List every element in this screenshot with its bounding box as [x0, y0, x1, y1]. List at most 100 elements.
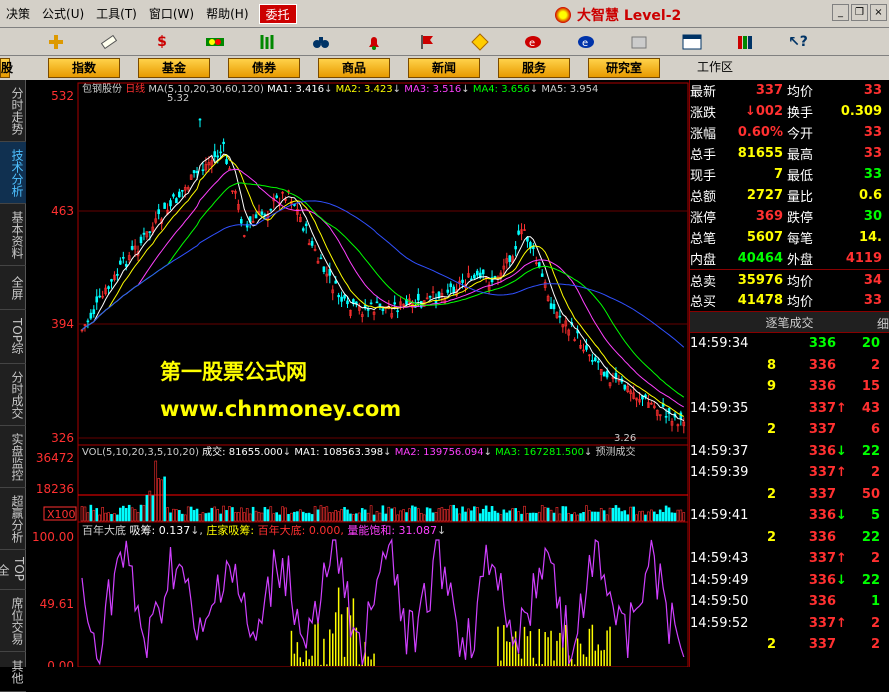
candle: [337, 294, 340, 298]
sidebar-item-trades[interactable]: 分时成交: [0, 364, 26, 426]
trade-volume: 2: [870, 465, 880, 481]
quote-value: 30: [863, 209, 882, 224]
volume-bar: [127, 504, 131, 522]
workspace-label[interactable]: 工作区: [697, 58, 733, 75]
candle: [301, 228, 305, 231]
volume-bar: [242, 512, 246, 522]
tick-trade-row: 14:59:39 337 ↑ 2: [690, 462, 889, 484]
restore-icon[interactable]: ❐: [851, 4, 868, 21]
stock-name: 包钢股份: [82, 82, 122, 95]
quote-row: 总笔 5607 每笔 14.: [690, 227, 889, 248]
sidebar-item-timeshare[interactable]: 分时走势: [0, 80, 26, 142]
volume-bar: [526, 513, 529, 522]
books-icon[interactable]: [734, 31, 756, 53]
volume-bar: [334, 510, 338, 522]
nav-button-commodity[interactable]: 商品: [318, 58, 390, 78]
nav-button-stock[interactable]: 股: [0, 58, 13, 78]
quote-label: 最高: [787, 148, 814, 163]
nav-button-index[interactable]: 指数: [48, 58, 120, 78]
trade-price: 336: [808, 594, 836, 610]
candle: [122, 256, 125, 259]
candles-icon[interactable]: [257, 31, 279, 53]
window-icon[interactable]: [681, 31, 703, 53]
volume-bar: [319, 505, 323, 522]
sidebar-item-monitor[interactable]: 实盘监控: [0, 426, 26, 488]
volume-bar: [340, 509, 343, 522]
volume-bar: [263, 507, 267, 522]
volume-bar: [402, 509, 405, 522]
binoculars-icon[interactable]: [310, 31, 332, 53]
help-icon[interactable]: ↖?: [787, 31, 809, 53]
sidebar-item-analysis[interactable]: 超赢分析: [0, 488, 26, 550]
toolbar: $ e e ↖?: [0, 28, 889, 56]
volume-bar: [139, 504, 143, 522]
flag-icon[interactable]: [416, 31, 438, 53]
quote-label: 涨跌: [690, 106, 717, 121]
sidebar-item-fundamentals[interactable]: 基本资料: [0, 204, 26, 266]
measure-icon[interactable]: [98, 31, 120, 53]
menu-item-window[interactable]: 窗口(W): [143, 4, 200, 24]
volume-bar: [437, 508, 441, 522]
tick-trades-title: 逐笔成交: [765, 315, 814, 330]
volume-bar: [201, 512, 205, 522]
trade-price: 337: [808, 637, 836, 653]
menu-item-help[interactable]: 帮助(H): [200, 4, 254, 24]
trade-volume: 2: [870, 637, 880, 653]
candle: [98, 295, 101, 298]
volume-bar: [307, 512, 311, 522]
sidebar-item-top-composite[interactable]: TOP综: [0, 310, 26, 364]
globe-icon[interactable]: e: [575, 31, 597, 53]
candle: [139, 236, 143, 244]
plus-icon[interactable]: [45, 31, 67, 53]
volume-bar: [213, 506, 217, 522]
sidebar-item-other[interactable]: 其他: [0, 652, 26, 692]
close-icon[interactable]: ×: [870, 4, 887, 21]
chart-area[interactable]: 532 463 394 326 包钢股份 日线 MA(5,10,20,30,60…: [26, 80, 689, 667]
volume-bar: [287, 514, 290, 522]
volume-bar: [644, 514, 647, 522]
candle: [163, 202, 166, 209]
volume-bar: [343, 507, 346, 522]
diamond-icon[interactable]: [469, 31, 491, 53]
volume-bar: [593, 511, 597, 522]
volume-bar: [390, 508, 394, 522]
candle: [343, 294, 346, 299]
volume-bar: [611, 507, 615, 522]
bell-icon[interactable]: [363, 31, 385, 53]
shield-icon[interactable]: e: [522, 31, 544, 53]
nav-button-news[interactable]: 新闻: [408, 58, 480, 78]
nav-button-bond[interactable]: 债券: [228, 58, 300, 78]
nav-button-fund[interactable]: 基金: [138, 58, 210, 78]
nav-button-research[interactable]: 研究室: [588, 58, 660, 78]
menu-item-decision[interactable]: 决策: [0, 4, 36, 24]
candle: [381, 308, 385, 312]
tick-trades-list[interactable]: 14:59:34 336 20 8 336 2 9 336 15 14:59:35 337 ↑ 43 2 3…: [690, 333, 889, 656]
menu-item-tools[interactable]: 工具(T): [90, 4, 143, 24]
sidebar-item-fullscreen[interactable]: 全屏: [0, 266, 26, 310]
sidebar-item-top-all[interactable]: TOP全: [0, 550, 26, 590]
candle: [322, 266, 326, 272]
volume-bar: [549, 509, 553, 522]
trade-price: 336: [808, 572, 836, 588]
dollar-icon[interactable]: $: [151, 31, 173, 53]
menu-item-formula[interactable]: 公式(U): [36, 4, 90, 24]
volume-bar: [532, 512, 535, 522]
volume-bar: [470, 510, 473, 522]
trade-price: 337: [808, 400, 836, 416]
quote-value: 7: [773, 167, 783, 182]
ind-tick: 100.00: [32, 530, 74, 544]
volume-bar: [676, 509, 680, 522]
trade-time: 14:59:41: [690, 508, 749, 524]
quote-label: 总额: [690, 190, 717, 205]
sidebar-item-seat-trading[interactable]: 席位交易: [0, 590, 26, 652]
trade-direction-icon: ↑: [836, 551, 847, 567]
bars-icon[interactable]: [204, 31, 226, 53]
nav-button-service[interactable]: 服务: [498, 58, 570, 78]
menu-item-trade[interactable]: 委托: [258, 3, 297, 24]
minimize-icon[interactable]: _: [832, 4, 849, 21]
tick-trades-detail-tab[interactable]: 细: [877, 315, 889, 332]
calculator-icon[interactable]: [628, 31, 650, 53]
sidebar-item-technical[interactable]: 技术分析: [0, 142, 26, 204]
volume-bar: [520, 513, 523, 522]
indicator-panel-frame: [77, 521, 689, 667]
